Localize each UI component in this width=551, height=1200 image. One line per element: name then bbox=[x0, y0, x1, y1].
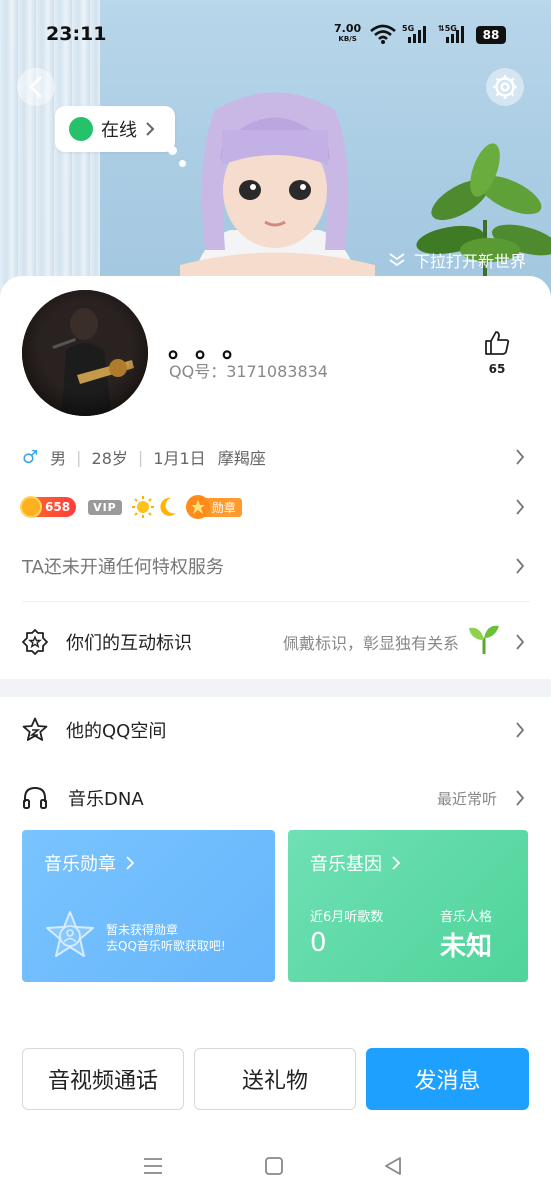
system-nav-bar bbox=[0, 1148, 551, 1188]
send-message-button[interactable]: 发消息 bbox=[366, 1048, 529, 1110]
separator: | bbox=[76, 447, 82, 467]
sun-icon bbox=[131, 496, 154, 518]
sprout-icon bbox=[469, 625, 499, 654]
music-gene-title: 音乐基因 bbox=[310, 850, 400, 876]
chevron-right-icon bbox=[516, 722, 525, 738]
chevron-right-icon bbox=[516, 558, 525, 574]
star-icon bbox=[185, 495, 210, 519]
chevron-right-icon bbox=[126, 856, 134, 870]
level-coin-icon bbox=[20, 496, 42, 518]
pull-down-hint-text: 下拉打开新世界 bbox=[414, 252, 527, 271]
music-gene-card[interactable]: 音乐基因 近6月听歌数 音乐人格 0 未知 bbox=[288, 830, 528, 982]
music-persona-label: 音乐人格 bbox=[440, 910, 493, 925]
music-medal-card[interactable]: 音乐勋章 暂未获得勋章 去QQ音乐听歌获取吧! bbox=[22, 830, 275, 982]
back-triangle-icon[interactable] bbox=[382, 1156, 404, 1176]
badges-row[interactable]: 658 VIP 勋章 bbox=[0, 492, 551, 522]
birthday-text: 1月1日 bbox=[153, 449, 206, 468]
online-dot-icon bbox=[69, 117, 93, 141]
music-dna-row[interactable]: 音乐DNA 最近常听 bbox=[0, 780, 551, 816]
qq-number: QQ号：3171083834 bbox=[169, 362, 328, 381]
gender-text: 男 bbox=[50, 449, 67, 468]
chevron-left-icon bbox=[29, 76, 42, 98]
clock: 23:11 bbox=[46, 23, 107, 45]
signal-5g-icon: ⇅5G bbox=[438, 24, 464, 43]
wifi-icon bbox=[370, 24, 396, 44]
music-medal-desc: 暂未获得勋章 去QQ音乐听歌获取吧! bbox=[106, 923, 226, 953]
profile-banner[interactable]: 23:11 7.00 KB/S 5G ⇅5G 88 在线 下拉打开新世界 bbox=[0, 0, 551, 300]
svg-text:5G: 5G bbox=[402, 24, 414, 33]
zodiac-text: 摩羯座 bbox=[217, 449, 266, 468]
back-button[interactable] bbox=[17, 68, 55, 106]
svg-text:⇅5G: ⇅5G bbox=[438, 24, 457, 33]
bubble-tail-dot bbox=[168, 146, 177, 155]
privilege-row[interactable]: TA还未开通任何特权服务 bbox=[0, 551, 551, 581]
like-button[interactable]: 65 bbox=[482, 330, 512, 376]
chevron-right-icon bbox=[392, 856, 400, 870]
status-bar: 23:11 7.00 KB/S 5G ⇅5G 88 bbox=[0, 18, 551, 52]
level-badge: 658 bbox=[20, 496, 77, 518]
divider bbox=[22, 601, 530, 602]
interaction-mark-hint: 佩戴标识，彰显独有关系 bbox=[282, 634, 459, 653]
music-medal-title: 音乐勋章 bbox=[44, 850, 134, 876]
avatar[interactable] bbox=[22, 290, 148, 416]
badge-star-icon bbox=[22, 629, 48, 655]
battery-indicator: 88 bbox=[476, 26, 506, 44]
thumbs-up-icon bbox=[485, 331, 510, 355]
bubble-tail-dot bbox=[179, 160, 186, 167]
songs-count-value: 0 bbox=[310, 928, 327, 958]
moon-icon bbox=[160, 497, 176, 516]
interaction-mark-label: 你们的互动标识 bbox=[66, 633, 192, 654]
online-status-text: 在线 bbox=[101, 120, 137, 141]
pull-down-hint[interactable]: 下拉打开新世界 bbox=[388, 248, 526, 272]
av-call-button[interactable]: 音视频通话 bbox=[22, 1048, 184, 1110]
settings-button[interactable] bbox=[486, 68, 524, 106]
network-speed: 7.00 KB/S bbox=[334, 22, 362, 43]
section-separator bbox=[0, 679, 551, 697]
gear-icon bbox=[493, 75, 517, 99]
chevron-right-icon bbox=[516, 499, 525, 515]
separator: | bbox=[137, 447, 144, 467]
menu-icon[interactable] bbox=[142, 1156, 164, 1176]
zplan-avatar-illustration bbox=[180, 92, 375, 290]
qzone-row[interactable]: 他的QQ空间 bbox=[0, 712, 551, 748]
interaction-mark-row[interactable]: 你们的互动标识 佩戴标识，彰显独有关系 bbox=[0, 624, 551, 660]
chevron-right-icon bbox=[516, 790, 525, 806]
medal-outline-icon bbox=[46, 911, 94, 957]
male-icon: ♂ bbox=[22, 446, 39, 468]
privilege-text: TA还未开通任何特权服务 bbox=[22, 557, 224, 578]
vip-badge: VIP bbox=[88, 499, 122, 515]
medal-badge: 勋章 bbox=[185, 495, 242, 519]
chevron-right-icon bbox=[146, 122, 155, 136]
songs-count-label: 近6月听歌数 bbox=[310, 910, 384, 925]
star-outline-icon bbox=[22, 717, 48, 741]
music-persona-value: 未知 bbox=[440, 932, 493, 962]
music-dna-hint: 最近常听 bbox=[436, 789, 497, 808]
send-gift-button[interactable]: 送礼物 bbox=[194, 1048, 356, 1110]
music-dna-label: 音乐DNA bbox=[68, 789, 144, 810]
profile-card: 。。。 QQ号：3171083834 65 ♂ 男 | 28岁 | 1月1日 摩… bbox=[0, 276, 551, 1200]
basic-info-row[interactable]: ♂ 男 | 28岁 | 1月1日 摩羯座 bbox=[0, 442, 551, 472]
double-chevron-down-icon bbox=[389, 253, 405, 267]
chevron-right-icon bbox=[516, 634, 525, 650]
chevron-right-icon bbox=[516, 449, 525, 465]
signal-5g-icon: 5G bbox=[402, 24, 426, 43]
headphones-icon bbox=[23, 786, 47, 809]
home-square-icon[interactable] bbox=[263, 1156, 285, 1176]
age-text: 28岁 bbox=[91, 449, 128, 468]
qzone-label: 他的QQ空间 bbox=[66, 721, 167, 742]
avatar-photo bbox=[22, 290, 148, 416]
online-status-bubble[interactable]: 在线 bbox=[55, 106, 175, 152]
like-count: 65 bbox=[488, 362, 506, 376]
